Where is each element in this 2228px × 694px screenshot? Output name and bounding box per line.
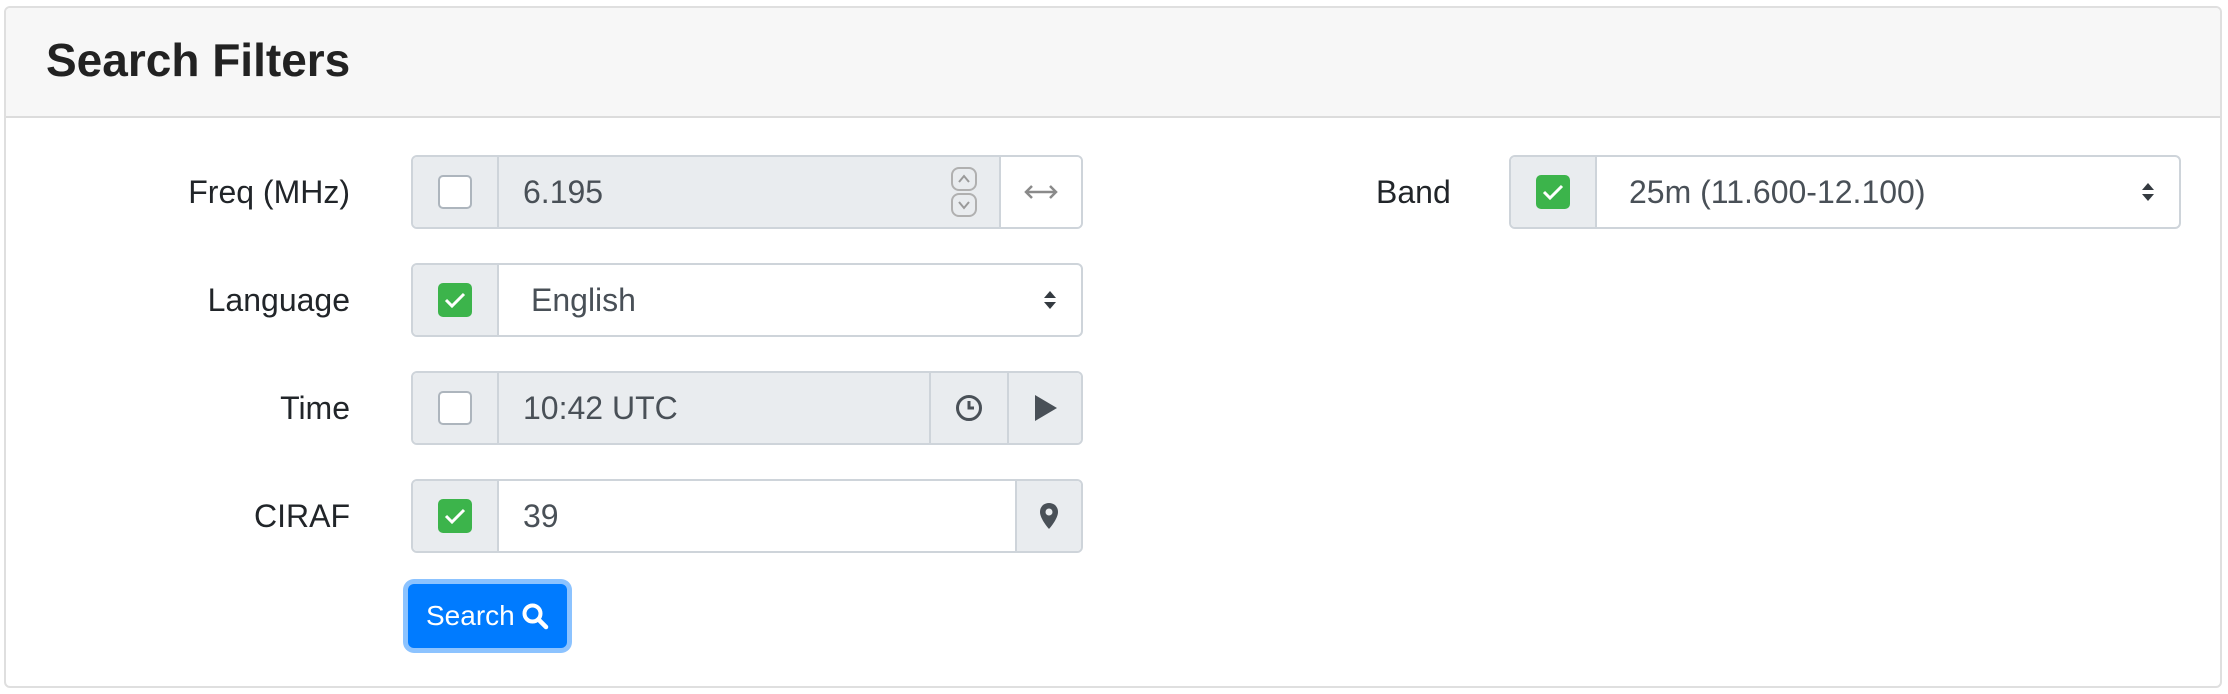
- ciraf-input[interactable]: 39: [499, 481, 1015, 551]
- search-icon: [522, 603, 548, 630]
- language-select[interactable]: English: [499, 265, 1081, 335]
- clock-icon: [956, 395, 982, 421]
- language-checkbox-addon[interactable]: [413, 265, 499, 335]
- language-value: English: [531, 281, 636, 318]
- ciraf-checkbox-addon[interactable]: [413, 481, 499, 551]
- check-icon: [444, 292, 466, 308]
- language-label: Language: [207, 282, 350, 318]
- language-checkbox[interactable]: [438, 283, 472, 317]
- band-checkbox[interactable]: [1536, 175, 1570, 209]
- band-input-group: 25m (11.600-12.100): [1509, 155, 2181, 229]
- time-play-button[interactable]: [1007, 373, 1081, 443]
- page-title: Search Filters: [46, 34, 351, 86]
- freq-input[interactable]: 6.195: [499, 157, 999, 227]
- band-checkbox-addon[interactable]: [1511, 157, 1597, 227]
- search-filters-card: Search Filters: [4, 6, 2222, 688]
- ciraf-input-group: 39: [411, 479, 1083, 553]
- freq-input-group: 6.195: [411, 155, 1083, 229]
- ciraf-checkbox[interactable]: [438, 499, 472, 533]
- band-label: Band: [1376, 174, 1451, 210]
- freq-range-button[interactable]: [999, 157, 1081, 227]
- double-arrow-icon: [1024, 185, 1058, 199]
- spinner-icon[interactable]: [951, 167, 977, 217]
- freq-checkbox-addon[interactable]: [413, 157, 499, 227]
- select-arrows-icon: [2142, 183, 2154, 201]
- select-arrows-icon: [1044, 291, 1056, 309]
- time-label: Time: [280, 390, 350, 426]
- freq-checkbox[interactable]: [438, 175, 472, 209]
- check-icon: [1542, 184, 1564, 200]
- check-icon: [444, 508, 466, 524]
- time-now-button[interactable]: [929, 373, 1007, 443]
- map-marker-icon: [1040, 503, 1058, 529]
- time-checkbox[interactable]: [438, 391, 472, 425]
- freq-label: Freq (MHz): [188, 174, 350, 210]
- freq-value: 6.195: [523, 173, 604, 210]
- play-icon: [1035, 395, 1057, 421]
- ciraf-map-button[interactable]: [1015, 481, 1081, 551]
- band-value: 25m (11.600-12.100): [1629, 173, 1926, 210]
- search-button[interactable]: Search: [408, 584, 567, 648]
- time-input[interactable]: 10:42 UTC: [499, 373, 929, 443]
- ciraf-value: 39: [523, 497, 559, 534]
- card-header: Search Filters: [6, 8, 2220, 118]
- time-input-group: 10:42 UTC: [411, 371, 1083, 445]
- ciraf-label: CIRAF: [254, 498, 350, 534]
- time-checkbox-addon[interactable]: [413, 373, 499, 443]
- language-input-group: English: [411, 263, 1083, 337]
- search-button-label: Search: [426, 600, 515, 631]
- time-value: 10:42 UTC: [523, 389, 678, 426]
- band-select[interactable]: 25m (11.600-12.100): [1597, 157, 2179, 227]
